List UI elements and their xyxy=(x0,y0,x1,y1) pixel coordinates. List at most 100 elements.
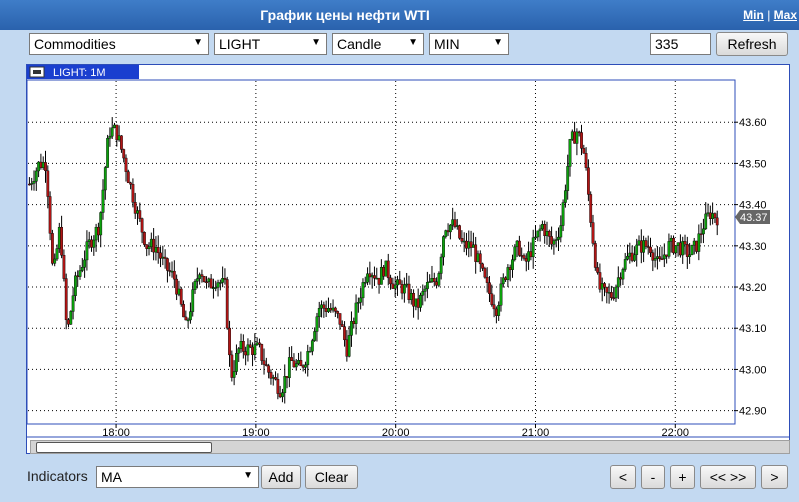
candle-up xyxy=(99,212,103,236)
y-tick-label: 42.90 xyxy=(739,406,767,418)
indicator-select[interactable]: MA ▼ xyxy=(96,466,259,488)
candle-up xyxy=(218,282,222,284)
candle-down xyxy=(605,287,609,293)
candle-down xyxy=(90,239,93,248)
expand-range-button[interactable]: << >> xyxy=(700,465,756,489)
candle-up xyxy=(545,231,549,237)
candle-down xyxy=(168,270,172,272)
candle-down xyxy=(368,273,372,278)
candle-down xyxy=(241,341,245,352)
candle-down xyxy=(660,258,664,261)
candle-down xyxy=(391,283,395,289)
candle-down xyxy=(646,246,650,248)
candle-down xyxy=(644,240,648,247)
candle-down xyxy=(251,346,254,355)
candle-up xyxy=(83,259,87,268)
candle-down xyxy=(333,307,337,312)
candle-up xyxy=(221,278,225,283)
clear-indicators-button[interactable]: Clear xyxy=(305,465,358,489)
zoom-out-button[interactable]: - xyxy=(641,465,665,489)
candle-up xyxy=(552,240,556,245)
chart-scrollbar-thumb[interactable] xyxy=(36,442,212,453)
candle-down xyxy=(382,267,386,277)
candle-up xyxy=(513,246,517,260)
zoom-in-button[interactable]: + xyxy=(670,465,695,489)
candle-up xyxy=(676,242,680,246)
candle-down xyxy=(202,276,206,283)
candle-down xyxy=(649,246,652,253)
candle-up xyxy=(186,319,190,322)
candle-up xyxy=(669,237,673,242)
candles xyxy=(27,117,719,404)
candle-down xyxy=(598,272,602,290)
x-tick-label: 20:00 xyxy=(382,427,410,439)
candle-up xyxy=(704,213,708,230)
candle-up xyxy=(409,293,413,300)
candle-up xyxy=(117,135,121,141)
candle-up xyxy=(69,311,73,325)
candle-down xyxy=(292,360,296,368)
x-tick-label: 19:00 xyxy=(242,427,270,439)
candle-up xyxy=(499,283,503,306)
candle-up xyxy=(253,344,257,355)
candle-up xyxy=(207,278,211,283)
candle-up xyxy=(30,183,34,185)
candle-down xyxy=(529,251,533,258)
candle-down xyxy=(301,365,305,368)
candle-up xyxy=(393,284,397,289)
candle-up xyxy=(306,351,310,366)
candle-down xyxy=(492,304,496,310)
candle-up xyxy=(74,275,77,296)
candle-down xyxy=(62,255,66,279)
candle-up xyxy=(559,225,563,238)
candle-up xyxy=(688,254,692,257)
candle-down xyxy=(27,183,31,186)
add-indicator-button[interactable]: Add xyxy=(261,465,301,489)
candle-down xyxy=(695,240,698,252)
scroll-right-button[interactable]: > xyxy=(761,465,788,489)
candle-down xyxy=(386,260,390,279)
last-price-label: 43.37 xyxy=(740,212,768,224)
candle-up xyxy=(287,357,291,379)
candle-up xyxy=(476,253,480,262)
plot-area xyxy=(26,79,736,425)
candle-down xyxy=(175,278,179,295)
candle-up xyxy=(396,279,399,286)
candle-up xyxy=(363,282,367,284)
candle-down xyxy=(163,256,167,259)
y-axis-labels: 42.90 43.00 43.10 43.20 43.30 43.40 43.50 43.60 xyxy=(739,117,767,417)
candle-down xyxy=(630,252,634,261)
y-tick-label: 43.40 xyxy=(739,200,767,212)
candle-up xyxy=(101,189,105,213)
scroll-left-button[interactable]: < xyxy=(610,465,636,489)
candle-down xyxy=(97,226,100,236)
candle-up xyxy=(448,224,452,233)
candle-up xyxy=(616,277,620,288)
candle-down xyxy=(264,364,268,366)
candle-up xyxy=(405,283,409,286)
candle-up xyxy=(57,227,61,249)
candle-up xyxy=(103,167,107,191)
candle-down xyxy=(407,283,411,300)
candle-down xyxy=(612,297,616,299)
candle-down xyxy=(322,304,326,309)
candle-down xyxy=(120,135,123,150)
candle-up xyxy=(527,251,530,262)
candle-down xyxy=(262,360,266,365)
candle-down xyxy=(48,196,52,234)
candle-up xyxy=(690,244,694,256)
candle-up xyxy=(331,307,335,311)
candle-down xyxy=(591,222,595,244)
candle-up xyxy=(633,254,636,261)
candle-down xyxy=(524,258,528,262)
candle-up xyxy=(515,240,519,248)
symbol-tab-label: LIGHT: 1M xyxy=(53,67,106,79)
candle-down xyxy=(269,372,273,379)
candle-down xyxy=(182,304,185,318)
candle-down xyxy=(248,344,252,348)
candle-up xyxy=(94,226,98,241)
last-price-marker: 43.37 xyxy=(735,209,770,224)
candle-down xyxy=(400,284,404,294)
candle-down xyxy=(336,311,340,314)
candle-up xyxy=(189,311,192,321)
